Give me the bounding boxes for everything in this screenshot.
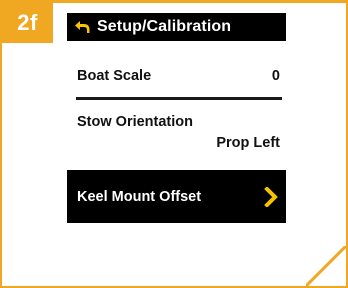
screen-title: Setup/Calibration [97, 18, 232, 35]
step-badge: 2f [2, 3, 53, 43]
stow-orientation-value-row: Prop Left [67, 133, 286, 153]
corner-cut-line [306, 246, 346, 286]
menu-item-keel-mount-offset[interactable]: Keel Mount Offset [67, 170, 286, 223]
keel-mount-offset-label: Keel Mount Offset [77, 188, 202, 205]
device-screen: Setup/Calibration Boat Scale 0 Stow Orie… [67, 13, 286, 223]
menu-item-stow-orientation[interactable]: Stow Orientation [67, 112, 286, 132]
stow-orientation-label: Stow Orientation [77, 114, 193, 130]
stow-orientation-value: Prop Left [216, 135, 280, 151]
boat-scale-label: Boat Scale [77, 68, 152, 84]
menu-item-boat-scale[interactable]: Boat Scale 0 [67, 65, 286, 87]
instruction-frame: 2f Setup/Calibration Boat Scale 0 Stow O… [0, 0, 348, 288]
title-bar[interactable]: Setup/Calibration [67, 13, 286, 41]
back-arrow-icon[interactable] [74, 19, 90, 35]
divider [76, 97, 282, 100]
chevron-right-icon [264, 186, 278, 207]
boat-scale-value: 0 [271, 68, 280, 84]
